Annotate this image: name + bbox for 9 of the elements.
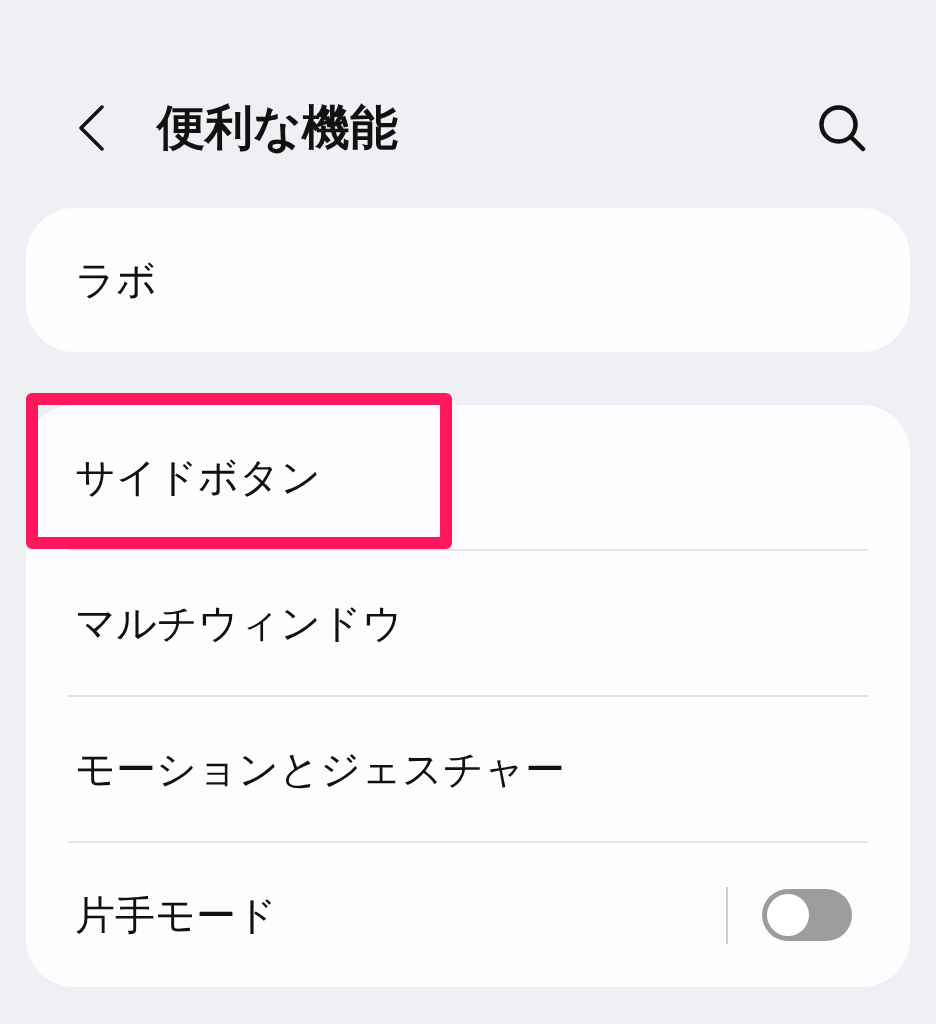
settings-item[interactable]: ラボ [75,255,157,305]
back-icon[interactable] [78,105,104,151]
settings-item[interactable]: サイドボタン [75,452,321,502]
settings-item[interactable]: 片手モード [75,890,277,940]
settings-item[interactable]: マルチウィンドウ [75,598,403,648]
page-title: 便利な機能 [157,104,398,152]
toggle-switch[interactable] [762,889,852,941]
settings-item[interactable]: モーションとジェスチャー [75,744,565,794]
search-icon[interactable] [819,104,866,152]
